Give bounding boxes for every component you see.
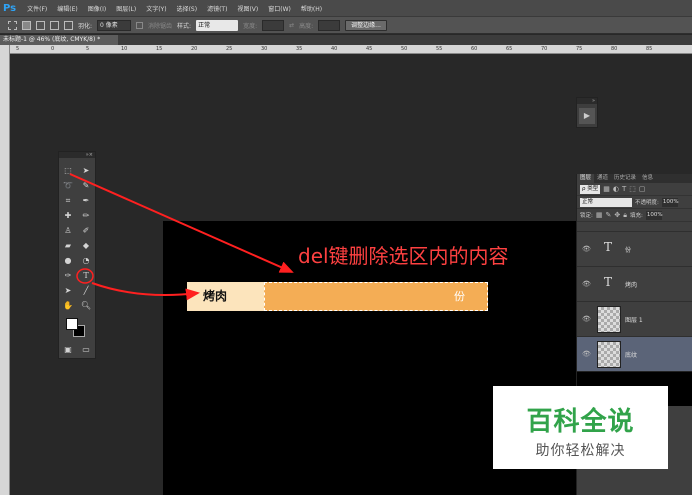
opacity-input[interactable]: 100% xyxy=(661,197,679,207)
layer-name: 份 xyxy=(625,247,632,254)
text-layer-icon: T xyxy=(604,275,613,289)
collapsed-panel: » ▶ xyxy=(576,97,598,128)
watermark-subtitle: 助你轻松解决 xyxy=(535,443,626,459)
visibility-eye-icon[interactable]: 👁︎ xyxy=(582,245,591,253)
arrow-to-bar xyxy=(91,282,200,301)
watermark: 百科全说 助你轻松解决 xyxy=(493,386,668,469)
lock-move-icon[interactable]: ✥ xyxy=(614,211,620,219)
layer-name: 底纹 xyxy=(625,352,638,359)
filter-adjust-icon[interactable]: ◐ xyxy=(613,185,619,193)
tab-history[interactable]: 历史记录 xyxy=(611,174,639,183)
filter-shape-icon[interactable]: ⬚ xyxy=(629,185,636,193)
layer-row[interactable]: 👁︎ T 份 xyxy=(577,231,692,266)
filter-pixel-icon[interactable]: ▦ xyxy=(603,185,610,193)
layer-filter-select[interactable]: ρ 类型 xyxy=(580,184,601,194)
lock-label: 锁定: xyxy=(580,213,593,219)
visibility-eye-icon[interactable]: 👁︎ xyxy=(582,350,591,358)
type-tool-highlight xyxy=(76,268,94,284)
collapsed-panel-header[interactable]: » xyxy=(577,98,597,104)
layer-name: 烤肉 xyxy=(625,282,638,289)
blend-mode-select[interactable]: 正常 xyxy=(580,197,632,207)
layer-name: 图层 1 xyxy=(625,317,643,324)
layer-row[interactable]: 👁︎ T 烤肉 xyxy=(577,266,692,301)
filter-type-icon[interactable]: T xyxy=(622,185,626,193)
opacity-label: 不透明度: xyxy=(635,200,659,206)
layers-panel-tabs: 图层 通道 历史记录 信息 xyxy=(577,174,692,183)
lock-paint-icon[interactable]: ✎ xyxy=(605,211,611,219)
layer-thumbnail xyxy=(597,306,621,333)
watermark-title: 百科全说 xyxy=(526,407,635,437)
text-layer-icon: T xyxy=(604,240,613,254)
play-action-icon[interactable]: ▶ xyxy=(579,108,595,124)
tab-channels[interactable]: 通道 xyxy=(594,174,611,183)
fill-label: 填充: xyxy=(629,213,643,219)
lock-row: 锁定: ▦ ✎ ✥ 🔒︎ 填充: 100% xyxy=(577,209,692,222)
arrow-to-annotation xyxy=(69,173,294,273)
lock-all-icon[interactable]: 🔒︎ xyxy=(623,211,627,220)
layer-thumbnail xyxy=(597,341,621,368)
layer-filter-row: ρ 类型 ▦ ◐ T ⬚ ▢ xyxy=(577,183,692,196)
fill-input[interactable]: 100% xyxy=(645,210,663,220)
lock-pixels-icon[interactable]: ▦ xyxy=(596,211,603,219)
tab-info[interactable]: 信息 xyxy=(639,174,656,183)
tab-layers[interactable]: 图层 xyxy=(577,174,595,183)
visibility-eye-icon[interactable]: 👁︎ xyxy=(582,280,591,288)
blend-row: 正常 不透明度: 100% xyxy=(577,196,692,209)
filter-smart-icon[interactable]: ▢ xyxy=(639,185,646,193)
layer-row-selected[interactable]: 👁︎ 底纹 xyxy=(577,336,692,371)
layer-row[interactable]: 👁︎ 图层 1 xyxy=(577,301,692,336)
visibility-eye-icon[interactable]: 👁︎ xyxy=(582,315,591,323)
